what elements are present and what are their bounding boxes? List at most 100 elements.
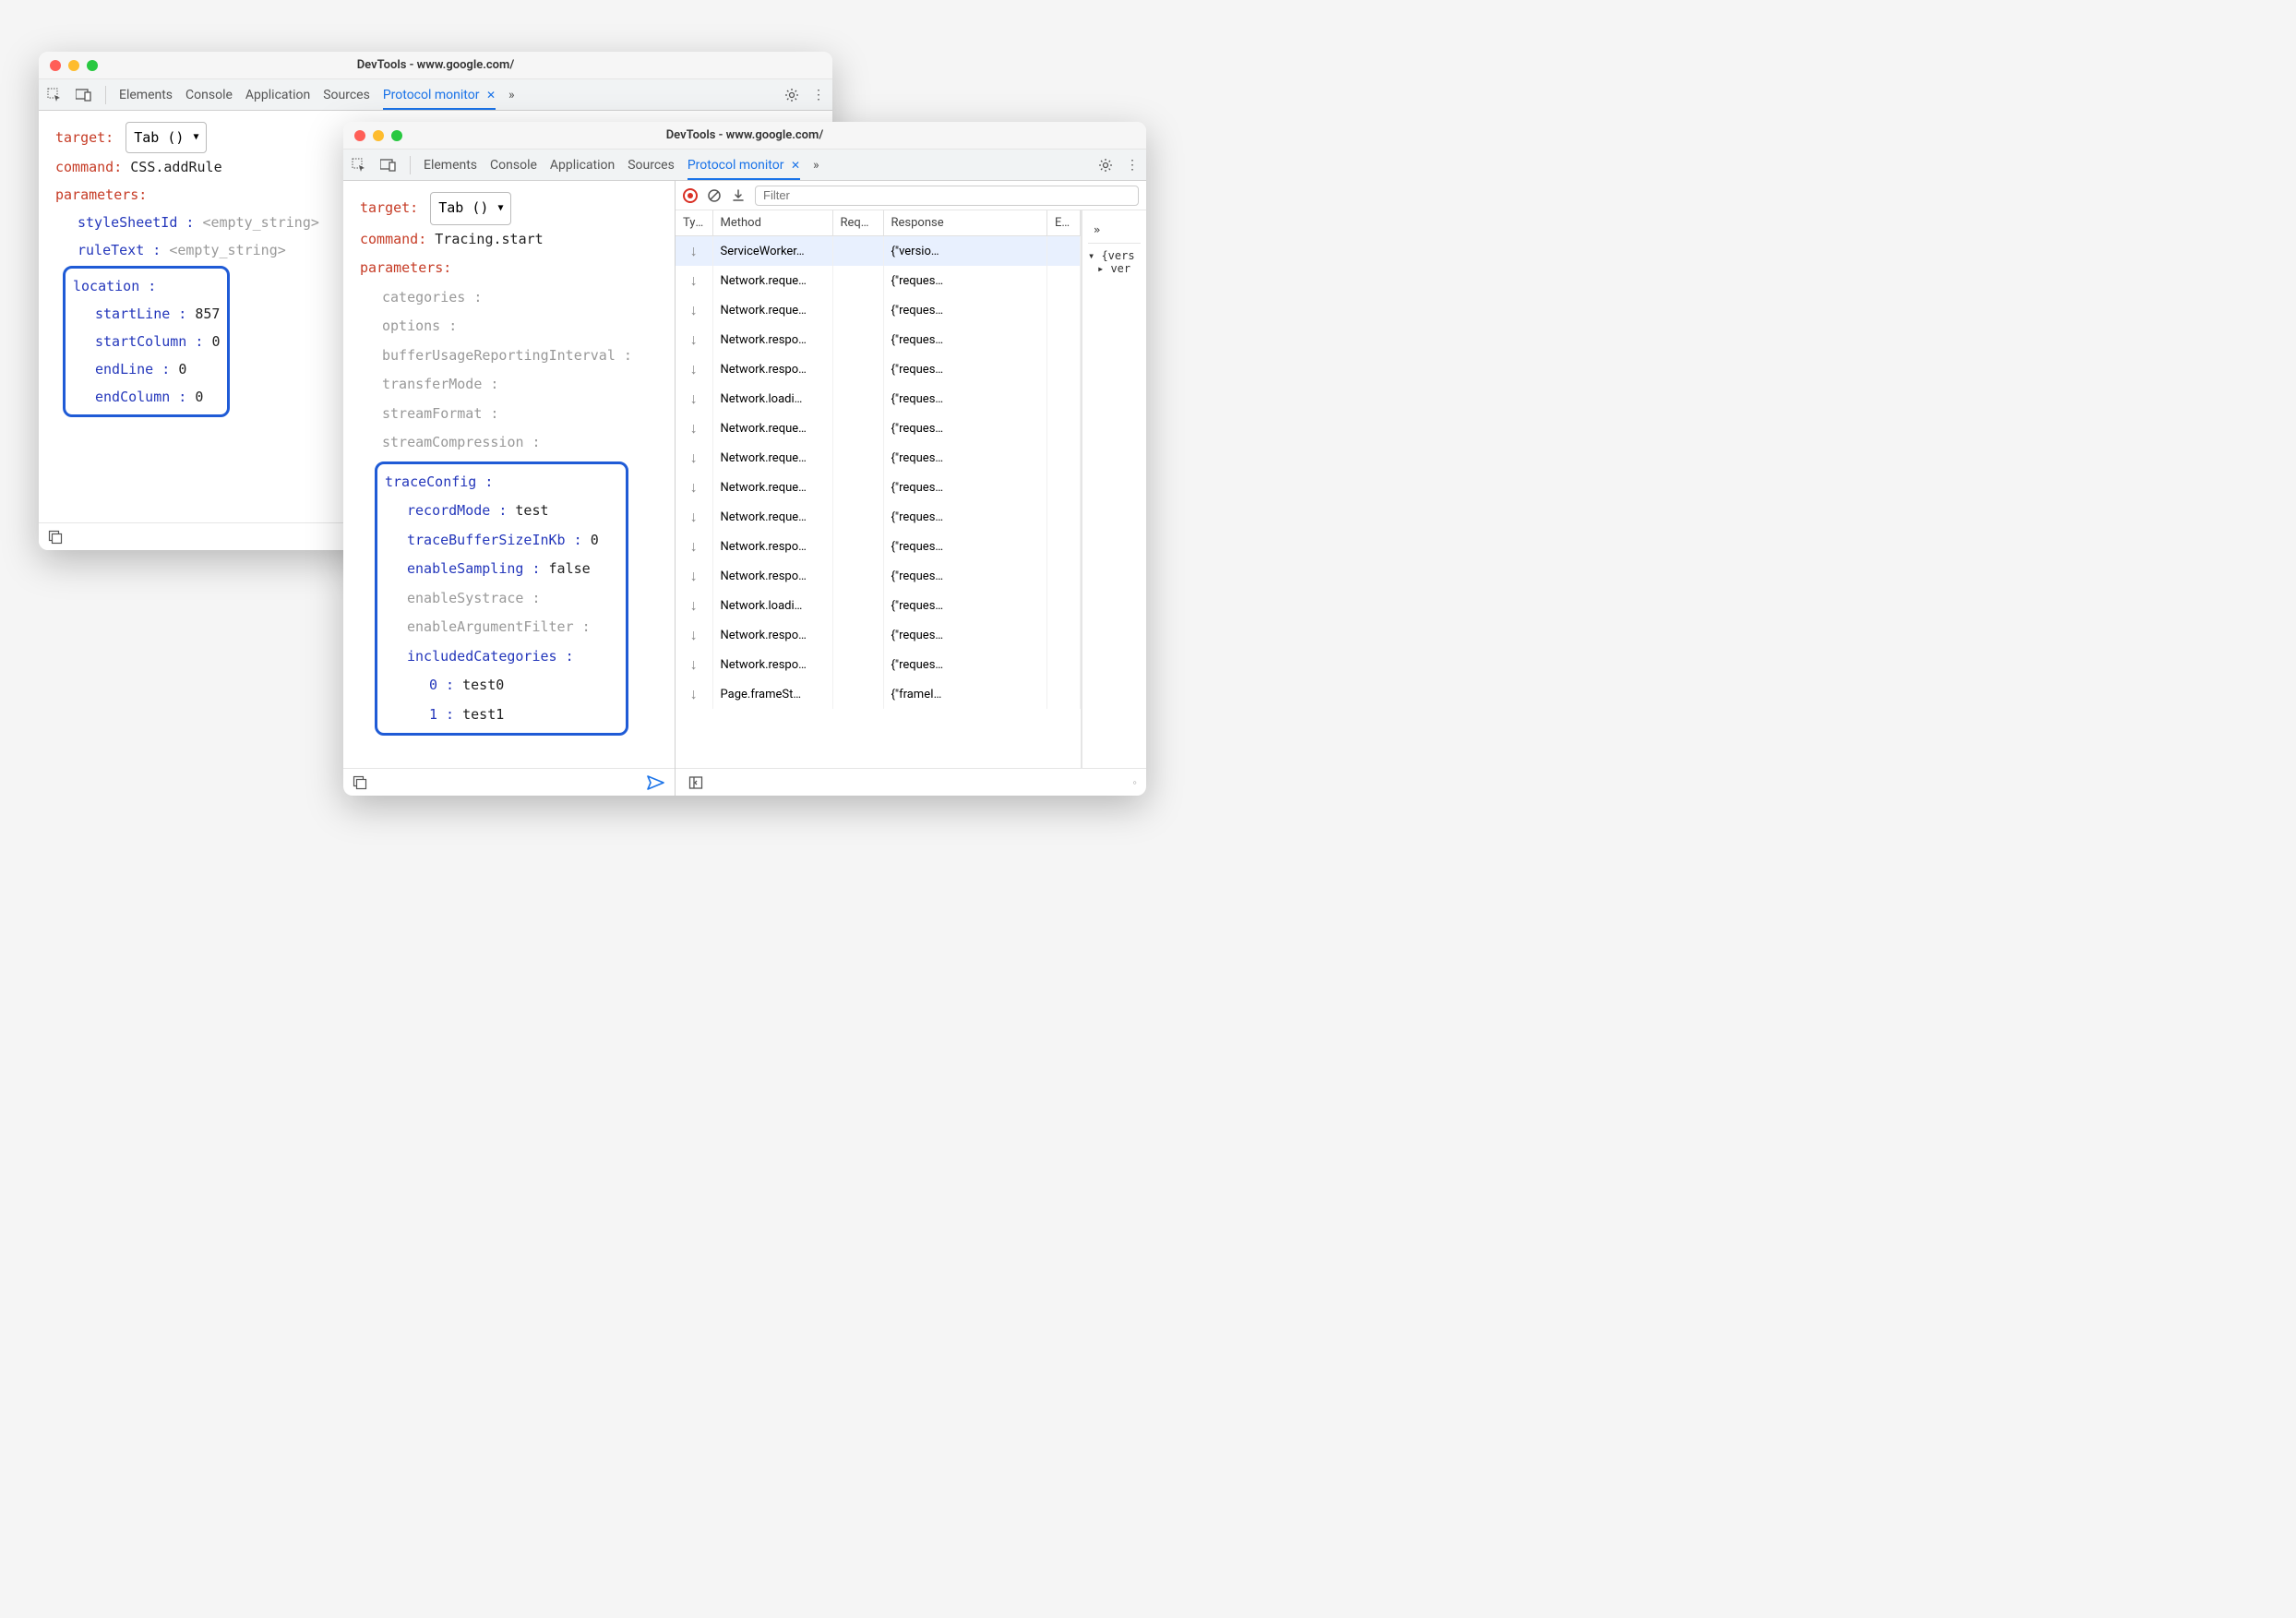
table-row[interactable]: ↓Network.reque…{"reques… <box>676 473 1081 502</box>
table-row[interactable]: ↓Network.loadi…{"reques… <box>676 384 1081 413</box>
tree-node[interactable]: ▾ {vers <box>1088 249 1141 262</box>
elapsed-cell <box>1047 325 1081 354</box>
response-cell: {"reques… <box>883 561 1047 591</box>
elapsed-cell <box>1047 591 1081 620</box>
type-icon: ↓ <box>676 620 712 650</box>
type-icon: ↓ <box>676 561 712 591</box>
tab-protocol-monitor[interactable]: Protocol monitor ✕ <box>383 88 496 110</box>
table-row[interactable]: ↓Network.loadi…{"reques… <box>676 591 1081 620</box>
record-button[interactable] <box>683 188 698 203</box>
type-icon: ↓ <box>676 591 712 620</box>
request-cell <box>832 650 883 679</box>
ruletext-label: ruleText : <box>78 242 161 258</box>
close-tab-icon[interactable]: ✕ <box>486 89 496 102</box>
protocol-table[interactable]: Type Method Requ… Response El.⇡ ↓Service… <box>676 210 1082 768</box>
minimize-window-button[interactable] <box>373 130 384 141</box>
close-window-button[interactable] <box>50 60 61 71</box>
tab-console[interactable]: Console <box>490 158 537 173</box>
table-row[interactable]: ↓Network.respo…{"reques… <box>676 620 1081 650</box>
command-value: CSS.addRule <box>130 159 221 175</box>
send-icon[interactable] <box>647 775 665 790</box>
response-cell: {"reques… <box>883 295 1047 325</box>
tree-label-2: ver <box>1110 262 1130 275</box>
target-select[interactable]: Tab () ▼ <box>126 122 207 153</box>
drawer-toggle-icon[interactable] <box>48 530 63 545</box>
startcolumn-value: 0 <box>211 333 220 350</box>
toolbar <box>676 181 1146 210</box>
settings-icon[interactable] <box>784 88 799 102</box>
device-toolbar-icon[interactable] <box>76 87 92 103</box>
kebab-menu-icon[interactable]: ⋮ <box>812 88 825 102</box>
table-row[interactable]: ↓Network.respo…{"reques… <box>676 650 1081 679</box>
table-row[interactable]: ↓Network.respo…{"reques… <box>676 532 1081 561</box>
table-row[interactable]: ↓Network.respo…{"reques… <box>676 561 1081 591</box>
table-row[interactable]: ↓Network.reque…{"reques… <box>676 295 1081 325</box>
request-cell <box>832 561 883 591</box>
cat1-value: test1 <box>462 706 504 723</box>
tab-application[interactable]: Application <box>550 158 615 173</box>
command-label: command: <box>55 159 122 175</box>
type-icon: ↓ <box>676 354 712 384</box>
tabbar: Elements Console Application Sources Pro… <box>39 79 832 111</box>
tab-elements[interactable]: Elements <box>119 88 173 102</box>
col-request[interactable]: Requ… <box>832 210 883 236</box>
location-label: location : <box>73 278 156 294</box>
clear-icon[interactable] <box>707 188 722 203</box>
device-toolbar-icon[interactable] <box>380 157 397 174</box>
divider <box>105 86 106 104</box>
response-cell: {"reques… <box>883 502 1047 532</box>
tab-elements[interactable]: Elements <box>424 158 477 173</box>
response-cell: {"reques… <box>883 266 1047 295</box>
col-method[interactable]: Method <box>712 210 832 236</box>
tab-protocol-monitor[interactable]: Protocol monitor ✕ <box>688 158 800 180</box>
more-tabs-icon[interactable]: » <box>1094 223 1100 236</box>
window-title: DevTools - www.google.com/ <box>343 128 1146 142</box>
elapsed-cell <box>1047 620 1081 650</box>
inspect-icon[interactable] <box>351 157 367 174</box>
col-elapsed[interactable]: El.⇡ <box>1047 210 1081 236</box>
minimize-window-button[interactable] <box>68 60 79 71</box>
resize-handle-icon[interactable]: ◦ <box>1132 775 1137 790</box>
method-cell: Network.reque… <box>712 266 832 295</box>
maximize-window-button[interactable] <box>87 60 98 71</box>
kebab-menu-icon[interactable]: ⋮ <box>1126 158 1139 173</box>
table-row[interactable]: ↓Network.respo…{"reques… <box>676 354 1081 384</box>
endcolumn-label: endColumn : <box>95 389 186 405</box>
more-tabs-icon[interactable]: » <box>508 88 515 102</box>
method-cell: Page.frameSt… <box>712 679 832 709</box>
col-type[interactable]: Type <box>676 210 712 236</box>
table-row[interactable]: ↓Network.reque…{"reques… <box>676 266 1081 295</box>
response-cell: {"reques… <box>883 620 1047 650</box>
maximize-window-button[interactable] <box>391 130 402 141</box>
tab-console[interactable]: Console <box>185 88 233 102</box>
elapsed-cell <box>1047 443 1081 473</box>
more-tabs-icon[interactable]: » <box>813 158 819 173</box>
tab-sources[interactable]: Sources <box>628 158 675 173</box>
settings-icon[interactable] <box>1098 158 1113 173</box>
filter-input[interactable] <box>755 186 1139 206</box>
param-categories: categories : <box>382 283 658 313</box>
download-icon[interactable] <box>731 188 746 203</box>
drawer-toggle-icon[interactable] <box>353 775 367 790</box>
close-tab-icon[interactable]: ✕ <box>791 159 800 172</box>
enableargfilter: enableArgumentFilter : <box>407 613 618 642</box>
request-cell <box>832 295 883 325</box>
table-row[interactable]: ↓ServiceWorker…{"versio… <box>676 236 1081 267</box>
panel-toggle-icon[interactable] <box>688 775 703 790</box>
table-row[interactable]: ↓Network.respo…{"reques… <box>676 325 1081 354</box>
tree-node[interactable]: ▸ ver <box>1097 262 1141 275</box>
elapsed-cell <box>1047 384 1081 413</box>
col-response[interactable]: Response <box>883 210 1047 236</box>
inspect-icon[interactable] <box>46 87 63 103</box>
tab-sources[interactable]: Sources <box>323 88 370 102</box>
table-row[interactable]: ↓Page.frameSt…{"frameI… <box>676 679 1081 709</box>
target-select[interactable]: Tab () ▼ <box>430 192 511 225</box>
close-window-button[interactable] <box>354 130 365 141</box>
table-row[interactable]: ↓Network.reque…{"reques… <box>676 502 1081 532</box>
table-row[interactable]: ↓Network.reque…{"reques… <box>676 443 1081 473</box>
tab-application[interactable]: Application <box>245 88 310 102</box>
target-label: target: <box>55 129 114 146</box>
details-sidepane: » ▾ {vers ▸ ver <box>1082 210 1146 768</box>
table-row[interactable]: ↓Network.reque…{"reques… <box>676 413 1081 443</box>
type-icon: ↓ <box>676 532 712 561</box>
